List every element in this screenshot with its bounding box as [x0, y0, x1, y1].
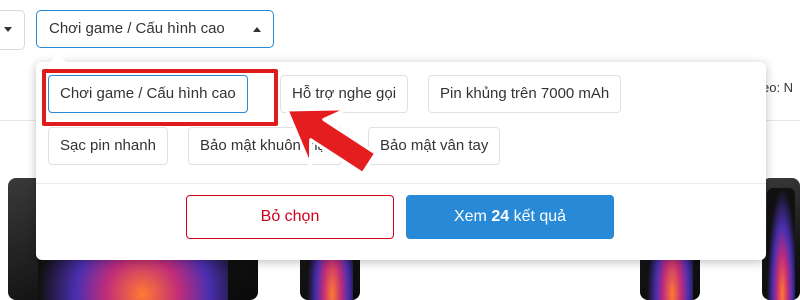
caret-down-icon: [4, 27, 12, 32]
chip-big-battery[interactable]: Pin khủng trên 7000 mAh: [428, 75, 622, 113]
product-image[interactable]: [762, 178, 800, 300]
clear-selection-button[interactable]: Bỏ chọn: [186, 195, 394, 239]
caret-up-icon: [253, 27, 261, 32]
sort-label[interactable]: eo: N: [762, 80, 793, 95]
highlight-box: [42, 69, 278, 126]
chip-face-security[interactable]: Bảo mật khuôn mặt: [188, 127, 343, 165]
panel-pointer: [50, 54, 66, 62]
panel-divider: [36, 183, 766, 184]
features-filter-button[interactable]: Chơi game / Cấu hình cao: [36, 10, 274, 48]
chip-call-support[interactable]: Hỗ trợ nghe gọi: [280, 75, 409, 113]
view-results-button[interactable]: Xem 24 kết quả: [406, 195, 614, 239]
chip-fingerprint-security[interactable]: Bảo mật vân tay: [368, 127, 501, 165]
view-results-prefix: Xem: [453, 208, 487, 225]
features-filter-label: Chơi game / Cấu hình cao: [49, 20, 225, 37]
chip-fast-charging[interactable]: Sạc pin nhanh: [48, 127, 168, 165]
filter-bar: Chơi game / Cấu hình cao: [0, 0, 800, 64]
view-results-suffix: kết quả: [513, 208, 567, 225]
previous-filter-button[interactable]: [0, 10, 25, 50]
view-results-count: 24: [491, 208, 510, 225]
